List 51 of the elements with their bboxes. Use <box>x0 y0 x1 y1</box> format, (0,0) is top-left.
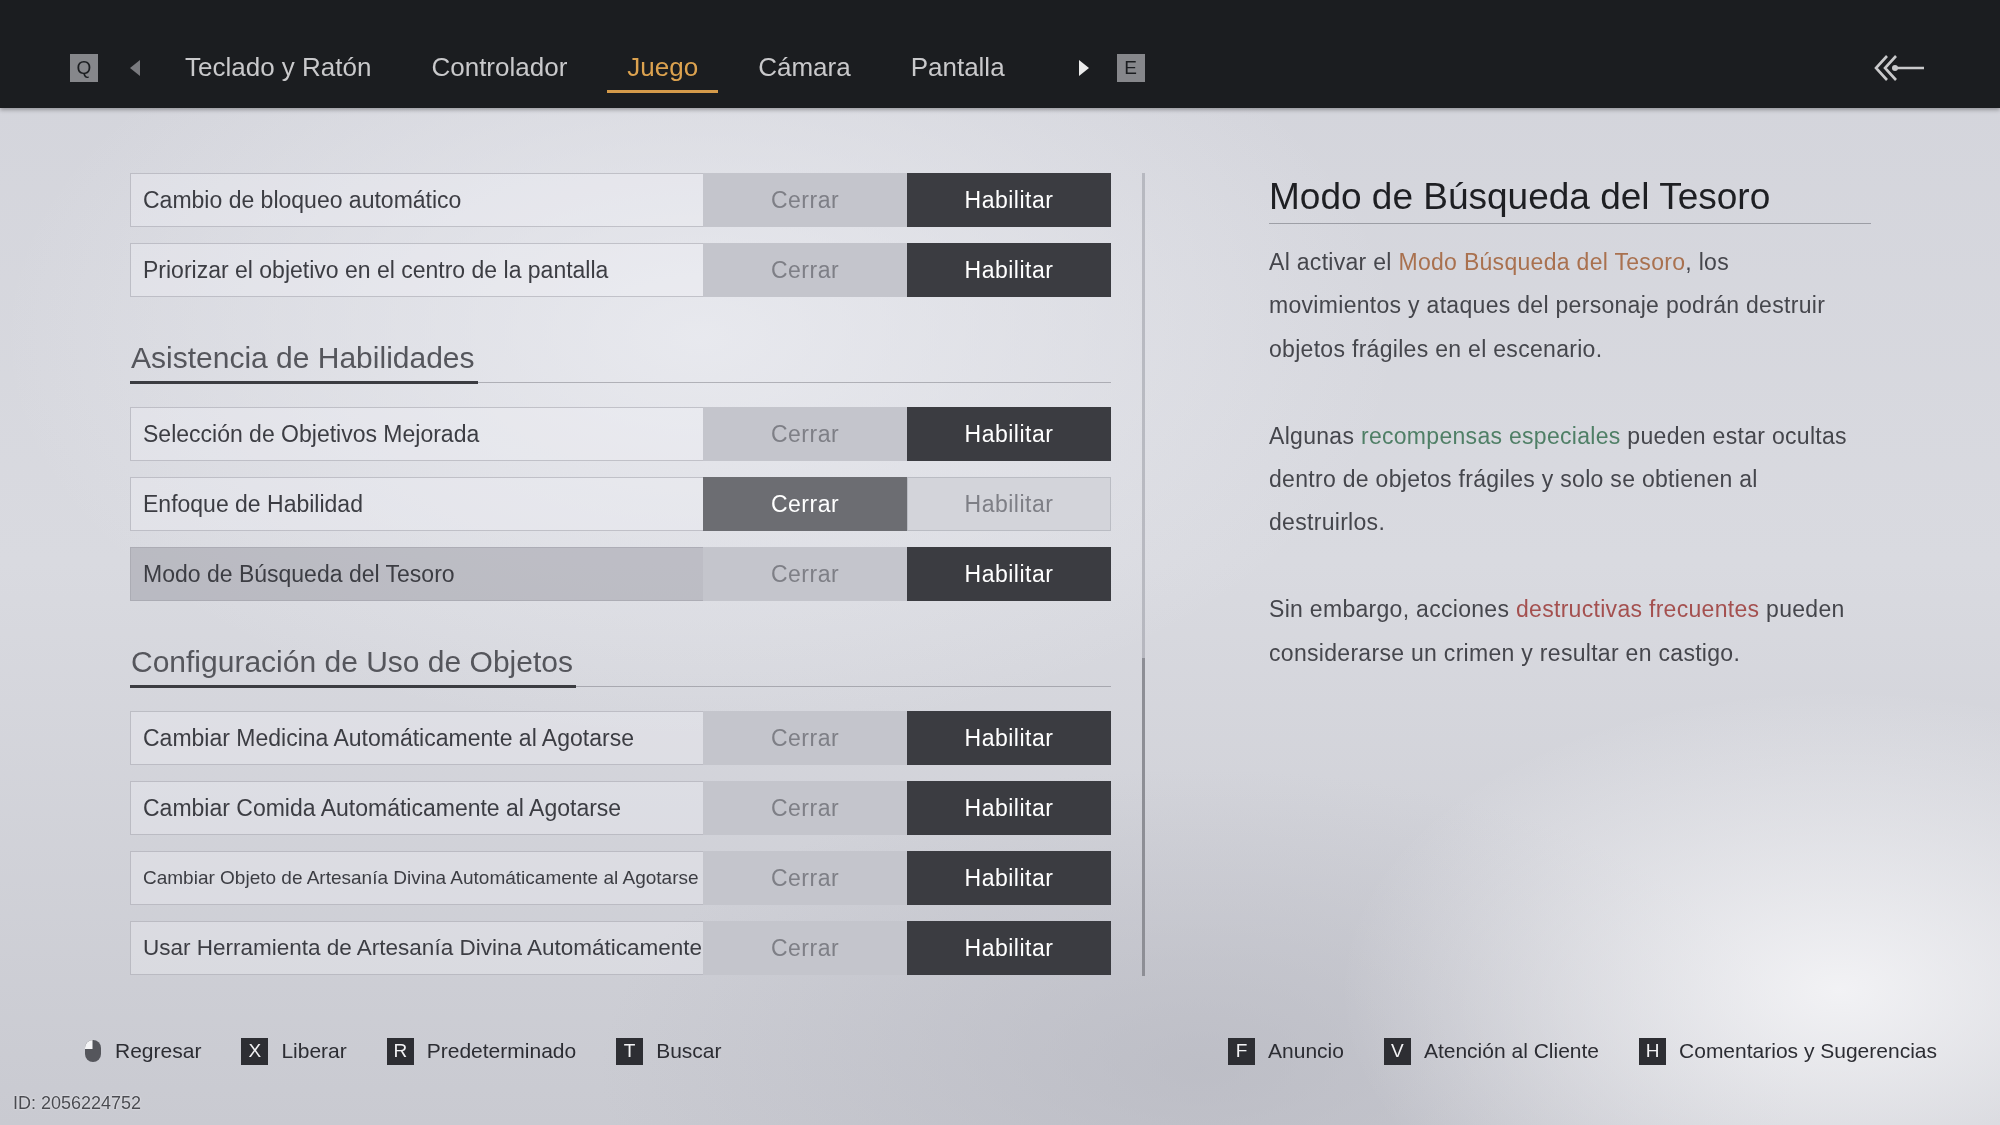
keycap: R <box>386 1037 414 1065</box>
tab[interactable]: Teclado y Ratón <box>165 43 392 93</box>
setting-label: Usar Herramienta de Artesanía Divina Automáticamente <box>130 921 703 975</box>
option-button[interactable]: Habilitar <box>907 547 1111 601</box>
option-button[interactable]: Habilitar <box>907 711 1111 765</box>
hint-button[interactable]: R Predeterminado <box>386 1037 577 1065</box>
setting-label: Cambiar Medicina Automáticamente al Agotarse <box>130 711 703 765</box>
option-button[interactable]: Habilitar <box>907 921 1111 975</box>
mouse-icon <box>84 1039 102 1063</box>
caret-right-icon[interactable] <box>1078 60 1089 76</box>
hint-button[interactable]: F Anuncio <box>1228 1037 1344 1065</box>
description-title: Modo de Búsqueda del Tesoro <box>1269 175 1871 224</box>
scrollbar-thumb[interactable] <box>1142 658 1145 976</box>
tab[interactable]: Pantalla <box>890 43 1025 93</box>
hint-button[interactable]: H Comentarios y Sugerencias <box>1639 1037 1937 1065</box>
option-button[interactable]: Habilitar <box>907 407 1111 461</box>
keycap: E <box>1116 54 1145 82</box>
keycap: F <box>1228 1037 1256 1065</box>
tab[interactable]: Cámara <box>738 43 871 93</box>
back-arrow-icon[interactable] <box>1873 53 1925 83</box>
section-heading: Asistencia de Habilidades <box>130 339 478 384</box>
setting-label: Cambiar Objeto de Artesanía Divina Automáticamente al Agotarse <box>130 851 703 905</box>
keycap: Q <box>70 54 98 82</box>
description-text: Algunas recompensas especiales pueden estar ocultas dentro de objetos frágiles y solo se obtienen al destruirlos. <box>1269 421 1848 538</box>
hint-button[interactable]: X Liberar <box>241 1037 347 1065</box>
setting-label: Cambio de bloqueo automático <box>130 173 703 227</box>
scrollbar[interactable] <box>1142 173 1145 976</box>
hint-button[interactable]: Regresar <box>84 1039 202 1063</box>
description-text: Sin embargo, acciones destructivas frecuentes pueden considerarse un crimen y resultar en castigo. <box>1269 595 1846 668</box>
description-text: Al activar el Modo Búsqueda del Tesoro, los movimientos y ataques del personaje podrán destruir objetos frágiles en el escenario. <box>1269 248 1827 364</box>
option-button[interactable]: Cerrar <box>703 477 907 531</box>
option-button[interactable]: Habilitar <box>907 781 1111 835</box>
option-button[interactable]: Habilitar <box>907 243 1111 297</box>
option-button[interactable]: Habilitar <box>907 851 1111 905</box>
setting-label: Priorizar el objetivo en el centro de la pantalla <box>130 243 703 297</box>
keycap: V <box>1383 1037 1411 1065</box>
keycap: X <box>241 1037 269 1065</box>
setting-label: Selección de Objetivos Mejorada <box>130 407 703 461</box>
setting-label: Cambiar Comida Automáticamente al Agotarse <box>130 781 703 835</box>
tab[interactable]: Controlador <box>411 43 588 93</box>
caret-left-icon[interactable] <box>130 60 140 76</box>
section-heading: Configuración de Uso de Objetos <box>130 643 576 688</box>
hint-button[interactable]: T Buscar <box>616 1037 722 1065</box>
tab[interactable]: Juego <box>607 43 719 93</box>
keycap: T <box>616 1037 644 1065</box>
setting-label: Enfoque de Habilidad <box>130 477 703 531</box>
user-id-label: ID: 2056224752 <box>13 1092 142 1114</box>
setting-label: Modo de Búsqueda del Tesoro <box>130 547 703 601</box>
keycap: H <box>1639 1037 1667 1065</box>
hint-button[interactable]: V Atención al Cliente <box>1383 1037 1600 1065</box>
option-button[interactable]: Habilitar <box>907 173 1111 227</box>
